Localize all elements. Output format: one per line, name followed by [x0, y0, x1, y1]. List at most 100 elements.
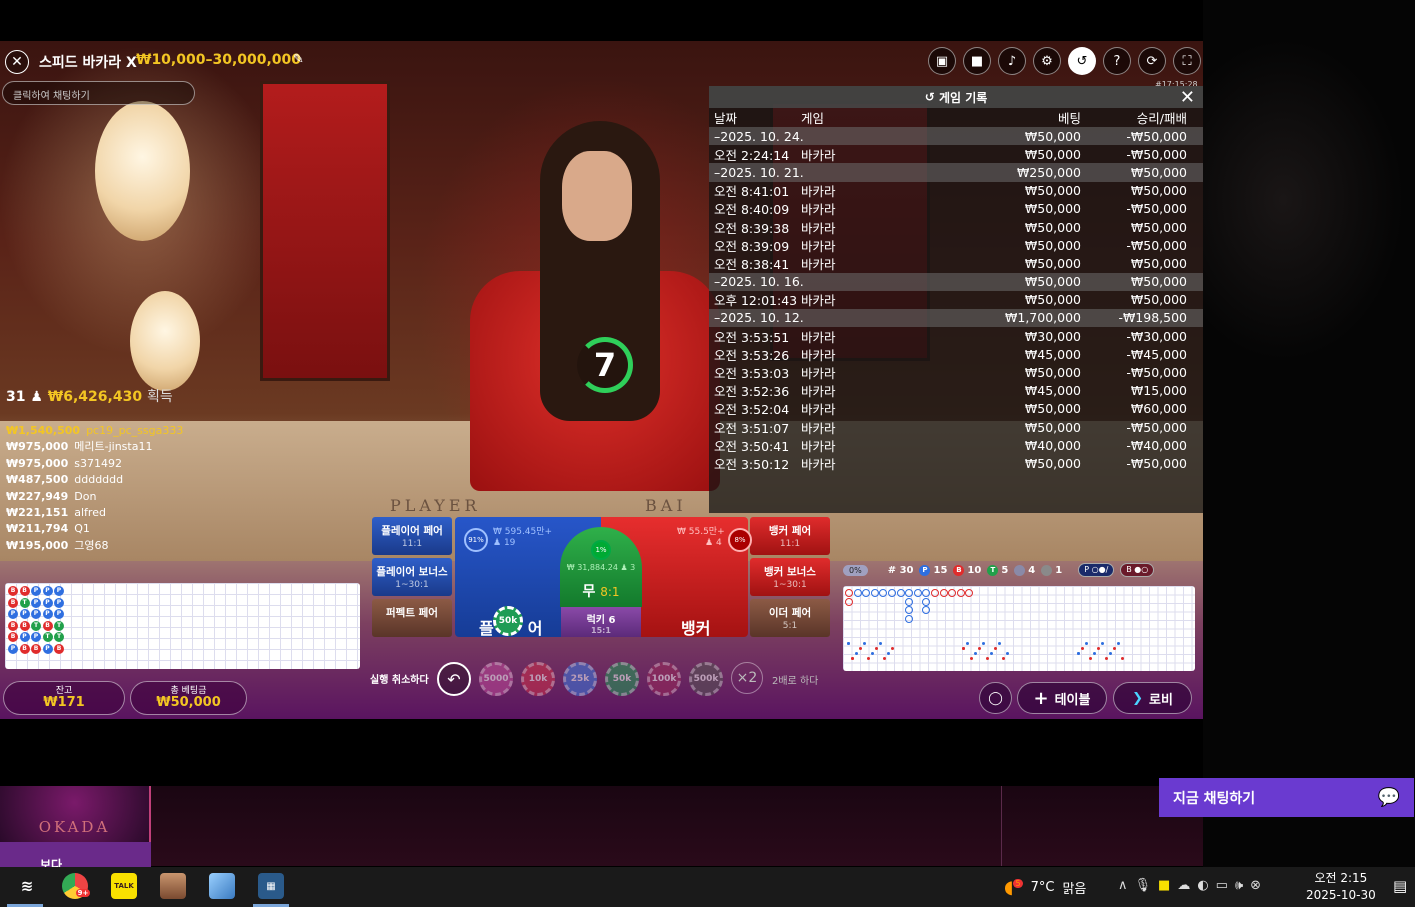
close-circle-icon[interactable]: ⊗ [1250, 878, 1261, 893]
history-bet: ₩50,000 [1024, 255, 1081, 271]
history-date: 오전 3:52:36 [714, 384, 790, 400]
steam-icon[interactable]: ◐ [1197, 878, 1208, 893]
lantern-1 [95, 101, 190, 241]
history-result: ₩50,000 [1130, 292, 1187, 308]
mic-icon[interactable]: 🎙 [1135, 878, 1152, 893]
history-row: 오전 3:53:26 바카라 ₩45,000 -₩45,000 [709, 345, 1203, 363]
chip-100k[interactable]: 100k [647, 662, 681, 696]
bead-t: T [42, 632, 53, 642]
undo-label: 실행 취소하다 [370, 675, 429, 686]
winner-amount: ₩1,540,500 [6, 424, 81, 437]
history-game: 바카라 [801, 420, 836, 436]
player-predict[interactable]: P ○●∕ [1078, 563, 1115, 577]
road-ring-b [845, 597, 853, 606]
chip-5000[interactable]: 5000 [479, 662, 513, 696]
pin-icon[interactable]: ✎ [293, 52, 304, 67]
clock[interactable]: 오전 2:15 2025-10-30 [1306, 870, 1376, 904]
chat-now-label: 지금 채팅하기 [1173, 790, 1256, 807]
chrome-icon[interactable]: 9+ [62, 873, 91, 899]
big-road[interactable] [843, 586, 1195, 671]
calculator-icon[interactable]: ▦ [258, 873, 284, 899]
video-icon[interactable]: ■ [963, 47, 991, 75]
banker-predict[interactable]: B ●○ [1120, 563, 1155, 577]
fullscreen-icon[interactable]: ⛶ [1173, 47, 1201, 75]
derived-road-mark [891, 647, 894, 650]
derived-road-mark [879, 642, 882, 645]
winner-amount: ₩975,000 [6, 440, 69, 454]
help-icon[interactable]: ? [1103, 47, 1131, 75]
weather-widget[interactable]: ◖ 5 7°C 맑음 [1004, 877, 1086, 898]
chip-25k[interactable]: 25k [563, 662, 597, 696]
player-bonus-button[interactable]: 플레이어 보너스 1~30:1 [372, 558, 452, 596]
kakao-tray-icon[interactable]: ■ [1158, 878, 1170, 893]
add-table-button[interactable]: + 테이블 [1017, 682, 1107, 714]
history-result: -₩50,000 [1126, 146, 1187, 162]
okada-tab[interactable]: 보다 [0, 842, 151, 868]
derived-road-mark [863, 642, 866, 645]
fullscreen-restore-icon[interactable]: ⟳ [1138, 47, 1166, 75]
chat-now-button[interactable]: 지금 채팅하기 💬 [1159, 778, 1414, 817]
start-icon[interactable]: ≋ [14, 873, 40, 899]
network-icon[interactable]: ▭ [1216, 878, 1228, 893]
chat-input[interactable]: 클릭하여 채팅하기 [2, 81, 195, 105]
chat-icon[interactable]: ▣ [928, 47, 956, 75]
derived-road-mark [1002, 657, 1005, 660]
history-close-icon[interactable]: ✕ [1180, 87, 1195, 108]
notification-icon[interactable]: ▤ [1393, 877, 1407, 895]
history-date-row: –2025. 10. 16. ₩50,000 ₩50,000 [709, 272, 1203, 291]
bead-p: P [8, 643, 18, 654]
bead-road[interactable]: BBPBBPBTPBPBPPPTPBPPPBTPPPPTTB [5, 583, 360, 669]
player-stats: ₩ 595.45만+ ♟ 19 [493, 527, 553, 548]
close-game-button[interactable]: ✕ [5, 50, 29, 74]
perfect-pair-button[interactable]: 퍼펙트 페어 [372, 599, 452, 637]
history-icon[interactable]: ↺ [1068, 47, 1096, 75]
history-bet: ₩250,000 [1016, 164, 1081, 180]
bead-b: B [8, 597, 18, 608]
winner-amount: ₩227,949 [6, 489, 69, 503]
sound-icon[interactable]: ♪ [998, 47, 1026, 75]
bead-p: P [42, 609, 53, 619]
tie-bet-area[interactable]: 1% ₩ 31,884.24 ♟ 3 무 8:1 [560, 527, 642, 607]
kakaotalk-icon[interactable]: TALK [111, 873, 137, 899]
history-bet: ₩50,000 [1024, 401, 1081, 417]
clock-date: 2025-10-30 [1306, 888, 1376, 902]
volume-icon[interactable]: 🕪 [1235, 878, 1243, 893]
player-amount: ₩ 595.45만+ [493, 527, 553, 537]
derived-road-mark [1089, 657, 1092, 660]
notes-app-icon[interactable] [209, 873, 235, 899]
balance-display: 잔고 ₩171 [3, 681, 125, 715]
derived-road-mark [990, 652, 993, 655]
okada-logo[interactable]: OKADA [0, 786, 151, 842]
history-date: 오전 3:53:03 [714, 366, 790, 382]
history-game: 바카라 [801, 256, 836, 272]
chip-10k[interactable]: 10k [521, 662, 555, 696]
banker-pct: 8% [728, 528, 752, 552]
undo-button[interactable]: ↶ [437, 662, 471, 696]
chat-toggle-button[interactable]: ◯ [979, 682, 1012, 714]
chip-500k[interactable]: 500k [689, 662, 723, 696]
banker-pair-button[interactable]: 뱅커 페어 11:1 [750, 517, 830, 555]
double-button[interactable]: ×2 [731, 662, 763, 694]
chat-bubble-icon: 💬 [1377, 787, 1400, 808]
history-row: 오전 8:38:41 바카라 ₩50,000 ₩50,000 [709, 254, 1203, 272]
gear-icon[interactable]: ⚙ [1033, 47, 1061, 75]
winner-name: 그영68 [74, 538, 109, 552]
lucky6-button[interactable]: 럭키 6 15:1 [561, 607, 641, 637]
road-ring-p [922, 589, 931, 597]
bead-p: P [42, 586, 53, 596]
winner-entry: ₩1,540,500 pc19_pc_ssga333 [6, 423, 183, 439]
history-result: -₩50,000 [1126, 365, 1187, 381]
chip-50k[interactable]: 50k [605, 662, 639, 696]
history-result: -₩40,000 [1126, 437, 1187, 453]
table-banker-text: BAI [645, 496, 687, 515]
either-pair-button[interactable]: 이더 페어 5:1 [750, 599, 830, 637]
history-game: 바카라 [801, 329, 836, 345]
derived-road-mark [1077, 652, 1080, 655]
banker-bonus-button[interactable]: 뱅커 보너스 1~30:1 [750, 558, 830, 596]
chevron-up-icon[interactable]: ∧ [1118, 878, 1128, 893]
cloud-icon[interactable]: ☁ [1177, 878, 1190, 893]
lobby-button[interactable]: ❯ 로비 [1113, 682, 1192, 714]
player-pair-button[interactable]: 플레이어 페어 11:1 [372, 517, 452, 555]
avatar-app-icon[interactable] [160, 873, 186, 899]
banker-stats: ₩ 55.5만+ ♟ 4 [677, 527, 725, 548]
